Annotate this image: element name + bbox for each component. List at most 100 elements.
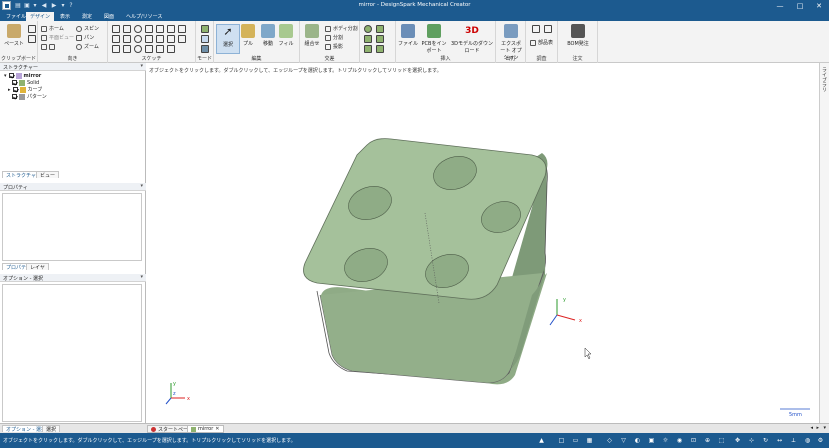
check-geometry-icon[interactable] <box>544 25 552 33</box>
download-3d-model-button[interactable]: 3D 3Dモデルのダウンロード <box>450 24 494 54</box>
plan-view-button[interactable]: 平面ビュー <box>41 34 74 41</box>
tab-mirror-document[interactable]: mirror ✕ <box>187 425 224 433</box>
model-canvas[interactable]: x y x y z 5mm <box>147 63 819 423</box>
bom-order-button[interactable]: BOM発注 <box>566 24 590 47</box>
home-button[interactable]: ホーム <box>41 25 64 32</box>
rectangle-icon[interactable] <box>123 25 131 33</box>
close-tab-icon[interactable]: ✕ <box>215 426 219 432</box>
cross-icon[interactable] <box>167 25 175 33</box>
tab-select[interactable]: 選択 <box>42 425 61 433</box>
ellipse-icon[interactable] <box>134 45 142 53</box>
triad-icon[interactable]: ⊹ <box>748 437 755 444</box>
polygon-icon[interactable] <box>123 45 131 53</box>
insert-file-button[interactable]: ファイル <box>396 24 420 47</box>
circle-icon[interactable] <box>134 35 142 43</box>
edges-icon[interactable]: ▣ <box>648 437 655 444</box>
parts-list-button[interactable]: 部品表 <box>530 39 553 46</box>
tangent-line-icon[interactable] <box>112 35 120 43</box>
sum-icon[interactable] <box>178 25 186 33</box>
fillet-icon[interactable] <box>178 35 186 43</box>
line-icon[interactable] <box>112 25 120 33</box>
pan-button[interactable]: パン <box>76 34 94 41</box>
torus-icon[interactable] <box>364 45 372 53</box>
zoom-icon[interactable]: ⊕ <box>704 437 711 444</box>
warning-icon[interactable]: ▲ <box>538 437 545 444</box>
measure-tool-icon[interactable]: ⟂ <box>790 437 797 444</box>
curves-checkbox[interactable] <box>12 87 18 92</box>
cylinder-icon[interactable] <box>376 25 384 33</box>
close-button[interactable]: ✕ <box>809 0 829 12</box>
select-mode-icon[interactable]: □ <box>558 437 565 444</box>
trim-icon[interactable] <box>156 25 164 33</box>
pin-icon[interactable]: ▾ <box>140 274 143 280</box>
tree-root[interactable]: ▾ mirror <box>4 72 41 79</box>
lighting-icon[interactable]: ☼ <box>662 437 669 444</box>
cone-icon[interactable] <box>364 35 372 43</box>
view-icon[interactable]: ⬚ <box>718 437 725 444</box>
display-style-icon[interactable]: ◐ <box>634 437 641 444</box>
design-viewport[interactable]: オブジェクトをクリックします。ダブルクリックして、エッジループを選択します。トリ… <box>147 63 819 423</box>
prism-icon[interactable] <box>376 45 384 53</box>
tab-display[interactable]: 表示 <box>56 12 74 21</box>
fit-icon[interactable]: ⊡ <box>690 437 697 444</box>
3d-mode-icon[interactable] <box>201 45 209 53</box>
grid-icon[interactable]: ▦ <box>586 437 593 444</box>
extend-icon[interactable] <box>156 45 164 53</box>
split-body-button[interactable]: ボディ分割 <box>325 25 358 32</box>
import-pcb-button[interactable]: PCBをインポート <box>420 24 448 54</box>
minimize-button[interactable]: — <box>770 0 790 12</box>
three-point-arc-icon[interactable] <box>145 45 153 53</box>
library-tab[interactable]: ライブラリ <box>821 67 828 92</box>
solid-checkbox[interactable] <box>12 80 17 85</box>
tab-help[interactable]: ヘルプ/リソース <box>122 12 166 21</box>
tree-item-pattern[interactable]: パターン <box>12 93 47 100</box>
square-icon[interactable] <box>123 35 131 43</box>
paste-button[interactable]: ペースト <box>2 24 26 47</box>
snap-icon[interactable]: ◇ <box>606 437 613 444</box>
maximize-button[interactable]: □ <box>790 0 810 12</box>
zoom-button[interactable]: ズーム <box>76 43 99 50</box>
fill-button[interactable]: フィル <box>274 24 298 47</box>
project-button[interactable]: 投影 <box>325 43 343 50</box>
combine-button[interactable]: 組合せ <box>300 24 324 47</box>
point-icon[interactable] <box>112 45 120 53</box>
cut-icon[interactable] <box>28 25 36 33</box>
tab-view[interactable]: ビュー <box>36 171 60 179</box>
tab-design[interactable]: デザイン <box>26 12 55 21</box>
move-tool-icon[interactable]: ✥ <box>734 437 741 444</box>
tab-list-dropdown[interactable]: ▾ <box>823 425 826 431</box>
mirror-icon[interactable] <box>167 35 175 43</box>
settings-icon[interactable]: ⚙ <box>817 437 824 444</box>
offset-icon[interactable] <box>145 35 153 43</box>
tree-item-curves[interactable]: ▸ カーブ <box>8 86 42 93</box>
pin-icon[interactable]: ▾ <box>140 63 143 69</box>
tab-scroll-left[interactable]: ◂ <box>810 425 813 431</box>
arc-icon[interactable] <box>134 25 142 33</box>
tab-scroll-right[interactable]: ▸ <box>816 425 819 431</box>
filter-icon[interactable]: ▽ <box>620 437 627 444</box>
split-button[interactable]: 分割 <box>325 34 343 41</box>
camera-icon[interactable]: ◉ <box>676 437 683 444</box>
measure-icon[interactable] <box>532 25 540 33</box>
expand-icon[interactable]: ▾ <box>4 73 7 79</box>
spin-button[interactable]: スピン <box>76 25 99 32</box>
spline-icon[interactable] <box>145 25 153 33</box>
tree-item-solid[interactable]: Solid <box>12 79 39 86</box>
sketch-mode-icon[interactable] <box>201 25 209 33</box>
view-cube-button[interactable] <box>41 43 55 50</box>
pattern-checkbox[interactable] <box>12 94 17 99</box>
lasso-icon[interactable]: ▭ <box>572 437 579 444</box>
bend-icon[interactable] <box>156 35 164 43</box>
section-mode-icon[interactable] <box>201 35 209 43</box>
expand-icon[interactable]: ▸ <box>8 87 11 93</box>
orbit-icon[interactable]: ↻ <box>762 437 769 444</box>
render-icon[interactable]: ◍ <box>804 437 811 444</box>
tree-root-checkbox[interactable] <box>8 73 14 78</box>
sphere-icon[interactable] <box>364 25 372 33</box>
pin-icon[interactable]: ▾ <box>140 183 143 189</box>
copy-icon[interactable] <box>28 35 36 43</box>
pan-tool-icon[interactable]: ↔ <box>776 437 783 444</box>
split-curve-icon[interactable] <box>167 45 175 53</box>
box-icon[interactable] <box>376 35 384 43</box>
tab-measure[interactable]: 測定 <box>78 12 96 21</box>
